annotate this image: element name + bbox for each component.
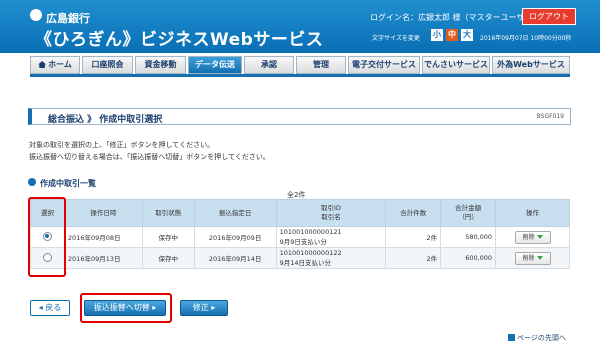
nav-approval[interactable]: 承認 bbox=[244, 56, 294, 74]
txn-id: 101001000000121 bbox=[279, 228, 342, 236]
header-txn-id: 取引ID bbox=[321, 204, 341, 212]
header-op-date: 操作日時 bbox=[63, 199, 143, 227]
nav-home[interactable]: ホーム bbox=[30, 56, 80, 74]
section-bullet-icon bbox=[28, 178, 36, 186]
header-transfer-date: 振込指定日 bbox=[193, 199, 277, 227]
bank-logo-icon bbox=[30, 9, 42, 21]
page-title-box: 総合振込 》 作成中取引選択 BSGF019 bbox=[28, 108, 571, 125]
table-row: 2016年09月13日 保存中 2016年09月14日 101001000000… bbox=[30, 247, 570, 269]
amount-cell: 580,000 bbox=[440, 226, 497, 248]
txn-cell: 101001000000121 9月9日支払い分 bbox=[275, 226, 387, 248]
header-bar: 広島銀行 《ひろぎん》ビジネスWebサービス ログイン名：広銀太郎 様（マスター… bbox=[0, 0, 600, 53]
delete-label: 削除 bbox=[522, 254, 535, 262]
status-cell: 保存中 bbox=[141, 226, 195, 248]
edit-button[interactable]: 修正 ▸ bbox=[180, 300, 228, 316]
header-action: 操作 bbox=[495, 199, 570, 227]
fontsize-medium-button[interactable]: 中 bbox=[446, 29, 458, 41]
page-top-link[interactable]: ページの先頭へ bbox=[508, 333, 566, 343]
nav-electronic-delivery[interactable]: 電子交付サービス bbox=[348, 56, 420, 74]
fontsize-label: 文字サイズを変更 bbox=[372, 35, 420, 42]
txn-id: 101001000000122 bbox=[279, 249, 342, 257]
txn-name: 9月9日支払い分 bbox=[279, 238, 327, 246]
transfer-date-cell: 2016年09月14日 bbox=[193, 247, 277, 269]
edit-label: 修正 bbox=[192, 303, 209, 312]
nav-data-transmission[interactable]: データ伝送 bbox=[188, 56, 242, 74]
delete-dropdown-button[interactable]: 削除 bbox=[514, 251, 551, 265]
fontsize-small-button[interactable]: 小 bbox=[431, 29, 443, 41]
header-total-amount: 合計金額 （円） bbox=[440, 199, 497, 227]
instruction-1: 対象の取引を選択の上、「修正」ボタンを押してください。 bbox=[29, 141, 215, 149]
login-name: ログイン名：広銀太郎 様（マスターユーザ） bbox=[370, 13, 533, 22]
nav-densai[interactable]: でんさいサービス bbox=[422, 56, 490, 74]
transaction-table: 選択 操作日時 取引状態 振込指定日 取引ID 取引名 合計件数 合計金額 （円） … bbox=[30, 199, 570, 269]
txn-name: 9月14日支払い分 bbox=[279, 259, 331, 267]
count-cell: 2件 bbox=[385, 247, 442, 269]
transfer-date-cell: 2016年09月09日 bbox=[193, 226, 277, 248]
status-cell: 保存中 bbox=[141, 247, 195, 269]
header-txn-name: 取引名 bbox=[321, 213, 341, 221]
nav-home-label: ホーム bbox=[48, 60, 72, 69]
back-button[interactable]: ◂ 戻る bbox=[30, 300, 70, 316]
home-icon bbox=[38, 61, 47, 68]
delete-dropdown-button[interactable]: 削除 bbox=[514, 230, 551, 244]
op-date-cell: 2016年09月13日 bbox=[63, 247, 143, 269]
nav-underline bbox=[30, 74, 570, 77]
screen-id: BSGF019 bbox=[536, 113, 564, 120]
chevron-right-icon: ▸ bbox=[208, 303, 216, 312]
table-header-row: 選択 操作日時 取引状態 振込指定日 取引ID 取引名 合計件数 合計金額 （円） … bbox=[30, 199, 570, 227]
switch-label: 振込振替へ切替 bbox=[93, 303, 150, 312]
action-cell: 削除 bbox=[495, 226, 570, 248]
chevron-down-icon bbox=[536, 234, 543, 239]
logout-button[interactable]: ログアウト bbox=[522, 8, 576, 25]
highlight-select-column bbox=[28, 197, 66, 277]
arrow-up-icon bbox=[508, 334, 515, 341]
header-txn: 取引ID 取引名 bbox=[275, 199, 387, 227]
service-name: 《ひろぎん》ビジネスWebサービス bbox=[35, 30, 324, 50]
nav-fund-transfer[interactable]: 資金移動 bbox=[135, 56, 186, 74]
main-nav: ホーム 口座照会 資金移動 データ伝送 承認 管理 電子交付サービス でんさいサ… bbox=[30, 56, 570, 74]
header-total-amount-unit: （円） bbox=[458, 213, 478, 221]
action-cell: 削除 bbox=[495, 247, 570, 269]
nav-forex[interactable]: 外為Webサービス bbox=[492, 56, 570, 74]
page-top-label: ページの先頭へ bbox=[517, 334, 566, 342]
back-label: 戻る bbox=[45, 303, 62, 312]
header-total-count: 合計件数 bbox=[385, 199, 442, 227]
header-status: 取引状態 bbox=[141, 199, 195, 227]
txn-cell: 101001000000122 9月14日支払い分 bbox=[275, 247, 387, 269]
switch-transfer-button[interactable]: 振込振替へ切替 ▸ bbox=[84, 300, 166, 316]
amount-cell: 600,000 bbox=[440, 247, 497, 269]
chevron-right-icon: ▸ bbox=[149, 303, 157, 312]
op-date-cell: 2016年09月08日 bbox=[63, 226, 143, 248]
chevron-down-icon bbox=[536, 255, 543, 260]
instruction-2: 振込振替へ切り替える場合は、「振込振替へ切替」ボタンを押してください。 bbox=[29, 153, 270, 161]
section-title: 作成中取引一覧 bbox=[40, 179, 96, 188]
fontsize-large-button[interactable]: 大 bbox=[461, 29, 473, 41]
nav-account-inquiry[interactable]: 口座照会 bbox=[82, 56, 133, 74]
table-row: 2016年09月08日 保存中 2016年09月09日 101001000000… bbox=[30, 226, 570, 248]
header-total-amount-label: 合計金額 bbox=[455, 204, 482, 212]
datetime: 2016年09月07日 10時00分00秒 bbox=[480, 35, 572, 42]
count-cell: 2件 bbox=[385, 226, 442, 248]
page-title: 総合振込 》 作成中取引選択 bbox=[48, 115, 163, 125]
bank-name: 広島銀行 bbox=[46, 12, 90, 25]
delete-label: 削除 bbox=[522, 233, 535, 241]
nav-management[interactable]: 管理 bbox=[296, 56, 346, 74]
